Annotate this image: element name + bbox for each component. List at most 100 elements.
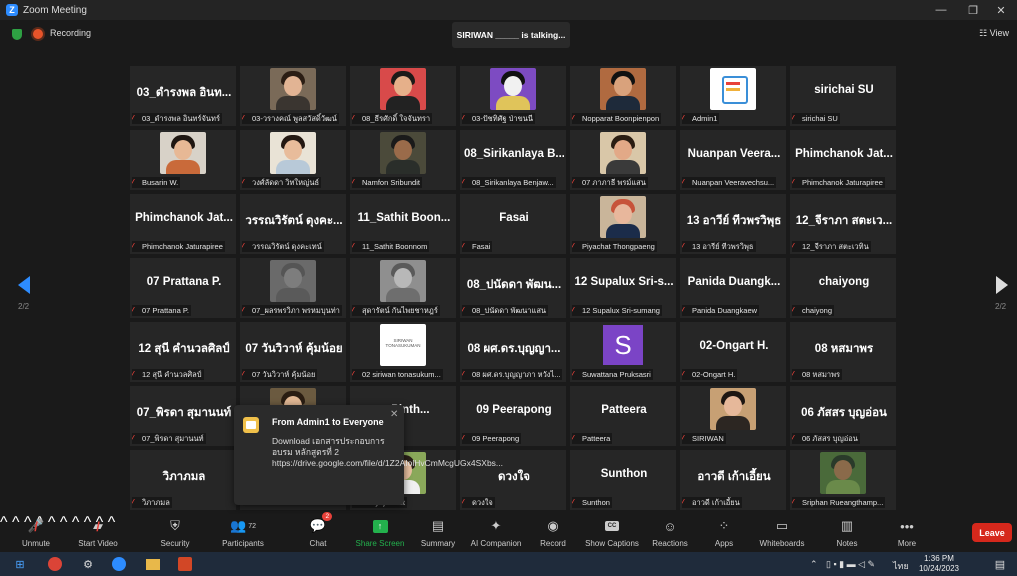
participant-tile[interactable]: sirichai SU ⁄ sirichai SU <box>790 66 896 126</box>
summary-button[interactable]: ▤ Summary <box>420 514 456 552</box>
participant-name-text: 11_Sathit Boonnom <box>362 242 428 251</box>
participant-tile[interactable]: 07 วันวิวาห์ คุ้มน้อย ⁄ 07 วันวิวาห์ คุ้มน… <box>240 322 346 382</box>
participant-tile[interactable]: Sunthon ⁄ Sunthon <box>570 450 676 510</box>
record-button[interactable]: ◉ Record <box>538 514 568 552</box>
participant-name-text: Phimchanok Jaturapiree <box>142 242 223 251</box>
participant-tile[interactable]: ⁄ Namfon Sribundit <box>350 130 456 190</box>
participant-tile[interactable]: ⁄ Piyachat Thongpaeng <box>570 194 676 254</box>
participant-tile[interactable]: ⁄ Nopparat Boonpienpon <box>570 66 676 126</box>
participant-tile[interactable]: Phimchanok Jat... ⁄ Phimchanok Jaturapiree <box>130 194 236 254</box>
share-screen-button[interactable]: ↑ Share Screen <box>355 514 405 552</box>
participant-tile[interactable]: 06 ภัสสร บุญอ่อน ⁄ 06 ภัสสร บุญอ่อน <box>790 386 896 446</box>
participant-tile[interactable]: วิภาภมล ⁄ วิภาภมล <box>130 450 236 510</box>
video-off-icon: ▰ / <box>93 518 103 534</box>
close-window-button[interactable]: ✕ <box>985 0 1017 20</box>
ai-companion-button[interactable]: ✦ AI Companion <box>468 514 524 552</box>
summary-document-icon: ▤ <box>431 518 445 533</box>
participant-tile[interactable]: S ⁄ Suwattana Pruksasri <box>570 322 676 382</box>
participant-tile[interactable]: อาวดี เก้าเอี้ยน ⁄ อาวดี เก้าเอี้ยน <box>680 450 786 510</box>
participant-name-label: ⁄ วงศ์ลัดดา วิทใหญ่นธ์ <box>242 177 322 188</box>
participant-tile[interactable]: ⁄ 07 ภาภาธี พรม์แสน <box>570 130 676 190</box>
participant-tile[interactable]: 08_ปนัดดา พัฒน... ⁄ 08_ปนัดดา พัฒนาแสน <box>460 258 566 318</box>
participant-name-text: Suwattana Pruksasri <box>582 370 651 379</box>
participant-tile[interactable]: 11_Sathit Boon... ⁄ 11_Sathit Boonnom <box>350 194 456 254</box>
apps-button[interactable]: ⁘ Apps <box>712 514 736 552</box>
notification-icon[interactable]: ▤ <box>992 556 1008 572</box>
chrome-icon[interactable] <box>48 557 62 571</box>
participant-tile[interactable]: 07 Prattana P. ⁄ 07 Prattana P. <box>130 258 236 318</box>
participant-tile[interactable]: 07_พิรดา สุมานนท์ ⁄ 07_พิรดา สุมานนท์ <box>130 386 236 446</box>
previous-page-arrow-icon[interactable] <box>18 276 30 294</box>
participant-name-text: Panida Duangkaew <box>692 306 758 315</box>
participant-tile[interactable]: ⁄ วงศ์ลัดดา วิทใหญ่นธ์ <box>240 130 346 190</box>
whiteboards-button[interactable]: ▭ Whiteboards <box>758 514 806 552</box>
participant-tile[interactable]: 09 Peerapong ⁄ 09 Peerapong <box>460 386 566 446</box>
participants-button[interactable]: 👥 72 Participants <box>220 514 266 552</box>
participant-tile[interactable]: 08 หสมาพร ⁄ 08 หสมาพร <box>790 322 896 382</box>
participant-name-label: ⁄ sirichai SU <box>792 113 840 124</box>
reactions-button[interactable]: ☺ Reactions <box>652 514 688 552</box>
participant-tile[interactable]: 08 ผศ.ดร.บุญญา... ⁄ 08 ผศ.ดร.บุญญาภา หวังไ… <box>460 322 566 382</box>
security-button[interactable]: ⛨ Security <box>158 514 192 552</box>
participant-tile[interactable]: 12 สุนี คำนวลศิลป์ ⁄ 12 สุนี คำนวลศิลป์ <box>130 322 236 382</box>
participant-tile[interactable]: Phimchanok Jat... ⁄ Phimchanok Jaturapiree <box>790 130 896 190</box>
leave-button[interactable]: Leave <box>972 523 1012 542</box>
participant-tile[interactable]: วรรณวิรัตน์ ดุงคะ... ⁄ วรรณวิรัตน์ ดุงคะเท… <box>240 194 346 254</box>
audio-options-chevron-icon[interactable]: ^ <box>0 514 8 531</box>
participant-tile[interactable]: ⁄ 03-วรางคณ์ พูลสวัสดิ์วัฒน์ <box>240 66 346 126</box>
participant-tile[interactable]: ⁄ SIRIWAN <box>680 386 786 446</box>
participant-tile[interactable]: Panida Duangk... ⁄ Panida Duangkaew <box>680 258 786 318</box>
participant-video <box>270 132 316 174</box>
taskbar-clock[interactable]: 1:36 PM 10/24/2023 <box>915 554 963 574</box>
participant-tile[interactable]: ⁄ สุดารัตน์ กันไพยชาหฎร์ <box>350 258 456 318</box>
unmute-label: Unmute <box>21 539 50 548</box>
security-shield-icon: ⛨ <box>170 518 180 533</box>
chat-unread-badge: 2 <box>322 512 333 521</box>
participant-tile[interactable]: ⁄ 03-ปัชทิศัฐ ป่าขนนี <box>460 66 566 126</box>
participant-tile[interactable]: 02-Ongart H. ⁄ 02-Ongart H. <box>680 322 786 382</box>
language-indicator[interactable]: ไทย <box>893 559 909 573</box>
unmute-button[interactable]: 🎤 / Unmute <box>18 514 54 552</box>
chat-popup-close-icon[interactable]: ✕ <box>390 409 398 420</box>
minimize-button[interactable]: — <box>925 0 957 20</box>
file-explorer-icon[interactable] <box>146 559 160 570</box>
participant-tile[interactable]: ⁄ 08_ธีรศักดิ์ ใจจันทรา <box>350 66 456 126</box>
chat-message-text[interactable]: Download เอกสารประกอบการอบรม หลักสูตรที่… <box>272 436 503 469</box>
tray-app-icons[interactable]: ▯ ▪ ▮ ▬ ◁ ✎ <box>826 559 875 570</box>
tray-overflow-icon[interactable]: ⌃ <box>810 559 818 570</box>
encryption-shield-icon[interactable] <box>12 29 22 40</box>
participant-tile[interactable]: Patteera ⁄ Patteera <box>570 386 676 446</box>
reactions-smiley-icon: ☺ <box>663 518 677 534</box>
participant-tile[interactable]: ⁄ Busarin W. <box>130 130 236 190</box>
participant-tile[interactable]: chaiyong ⁄ chaiyong <box>790 258 896 318</box>
participant-display-name: 07_พิรดา สุมานนท์ <box>136 407 232 419</box>
captions-chevron-icon[interactable]: ^ <box>60 514 68 531</box>
powerpoint-icon[interactable] <box>178 557 192 571</box>
participant-tile[interactable]: ⁄ Sriphan Rueangthamp... <box>790 450 896 510</box>
chat-button[interactable]: 💬 2 Chat <box>306 512 333 552</box>
more-button[interactable]: ••• More <box>894 514 920 552</box>
participant-tile[interactable]: 12_จีราภา สตะเว... ⁄ 12_จีราภา สตะเวทิน <box>790 194 896 254</box>
participant-name-text: 12_จีราภา สตะเวทิน <box>802 241 869 251</box>
zoom-taskbar-icon[interactable] <box>112 557 126 571</box>
muted-mic-icon: ⁄ <box>682 370 684 379</box>
participant-tile[interactable]: 13 อาวีย์ ทีวพรวิพุธ ⁄ 13 อารีย์ ทีวพรวิพุ… <box>680 194 786 254</box>
windows-start-icon[interactable]: ⊞ <box>12 556 28 572</box>
participant-tile[interactable]: 03_ดำรงพล อินท... ⁄ 03_ดำรงพล อินทร์จันทร์ <box>130 66 236 126</box>
participant-tile[interactable]: SIRIWAN TONASUKUMAN ⁄ 02 siriwan tonasukum… <box>350 322 456 382</box>
participant-tile[interactable]: 12 Supalux Sri-s... ⁄ 12 Supalux Sri-suman… <box>570 258 676 318</box>
participant-tile[interactable]: ⁄ 07_ผลรพรวิภา พรหมบุนท่า <box>240 258 346 318</box>
participant-tile[interactable]: ⁄ Admin1 <box>680 66 786 126</box>
settings-gear-icon[interactable]: ⚙ <box>80 556 96 572</box>
show-captions-button[interactable]: CC Show Captions <box>584 514 640 552</box>
notes-button[interactable]: ▥ Notes <box>834 514 860 552</box>
chat-notification-popup[interactable]: From Admin1 to Everyone Download เอกสารป… <box>234 405 503 505</box>
participant-tile[interactable]: Fasai ⁄ Fasai <box>460 194 566 254</box>
next-page-arrow-icon[interactable] <box>996 276 1008 294</box>
start-video-button[interactable]: ▰ / Start Video <box>76 514 120 552</box>
participant-name-label: ⁄ 07 ภาภาธี พรม์แสน <box>572 177 648 188</box>
muted-mic-icon: ⁄ <box>682 498 684 507</box>
participant-tile[interactable]: 08_Sirikanlaya B... ⁄ 08_Sirikanlaya Benja… <box>460 130 566 190</box>
view-button[interactable]: ☷ View <box>979 28 1009 39</box>
participant-tile[interactable]: Nuanpan Veera... ⁄ Nuanpan Veeravechsu... <box>680 130 786 190</box>
